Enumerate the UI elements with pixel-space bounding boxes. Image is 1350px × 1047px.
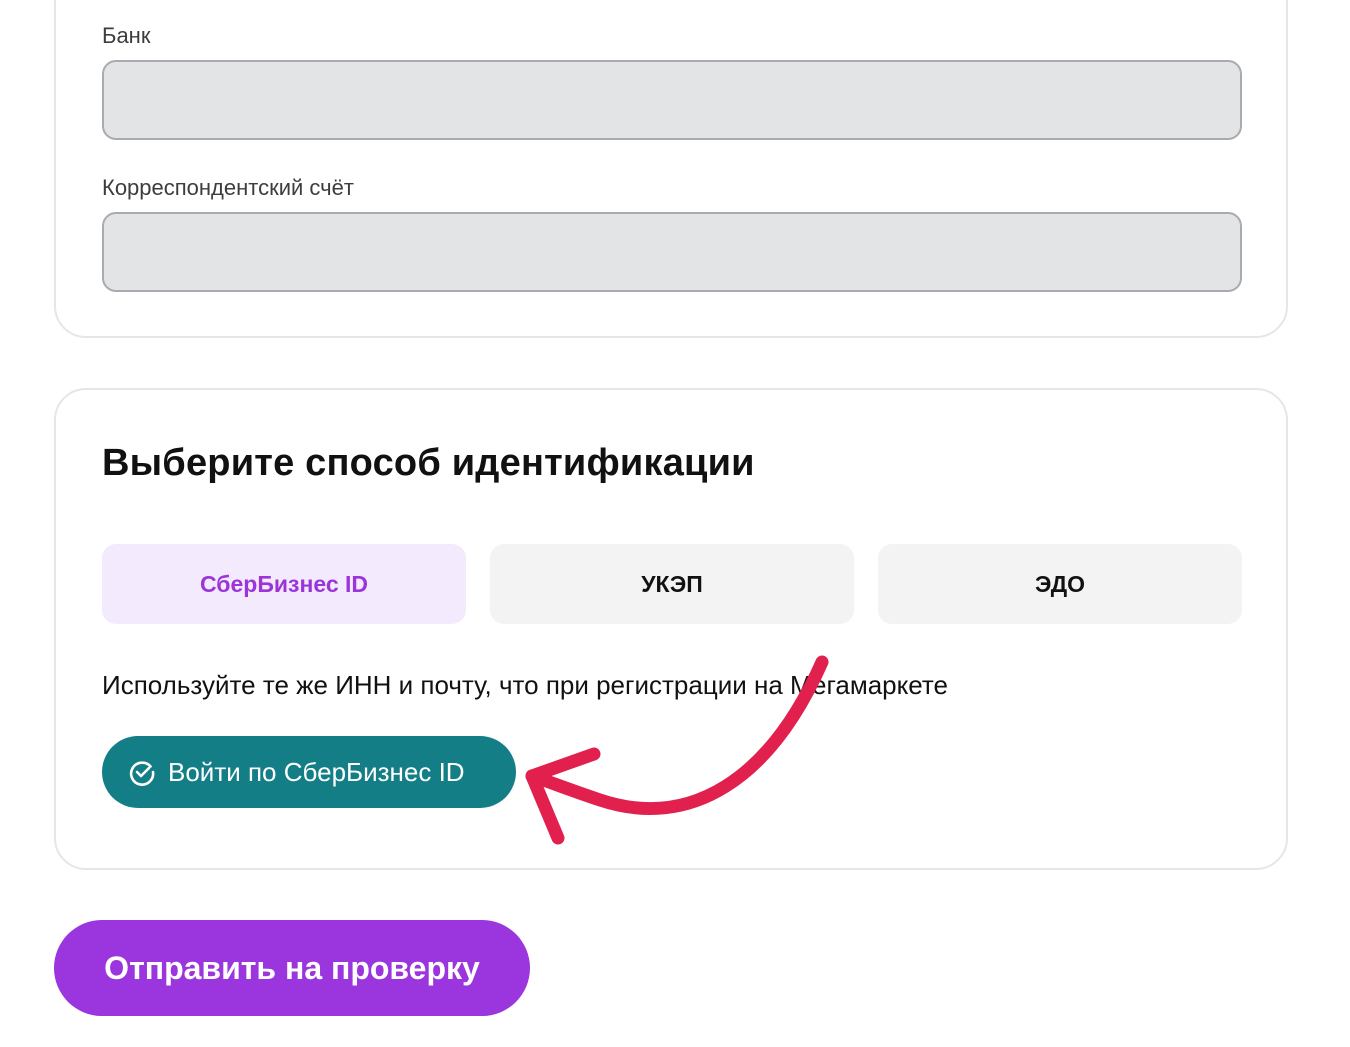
submit-for-review-button[interactable]: Отправить на проверку — [54, 920, 530, 1016]
check-circle-icon — [129, 761, 155, 786]
bank-input[interactable] — [102, 60, 1242, 140]
tab-sberbusiness-id[interactable]: СберБизнес ID — [102, 544, 466, 624]
corr-account-input[interactable] — [102, 212, 1242, 292]
corr-account-label: Корреспондентский счёт — [102, 175, 354, 200]
bank-label: Банк — [102, 23, 151, 48]
identification-hint: Используйте те же ИНН и почту, что при р… — [102, 670, 948, 700]
page: Банк Корреспондентский счёт Выберите спо… — [0, 0, 1350, 1047]
tab-edo[interactable]: ЭДО — [878, 544, 1242, 624]
identification-title: Выберите способ идентификации — [102, 442, 755, 484]
login-sberbusiness-button[interactable]: Войти по СберБизнес ID — [102, 736, 516, 808]
tab-ukep[interactable]: УКЭП — [490, 544, 854, 624]
login-sberbusiness-label: Войти по СберБизнес ID — [168, 756, 465, 787]
